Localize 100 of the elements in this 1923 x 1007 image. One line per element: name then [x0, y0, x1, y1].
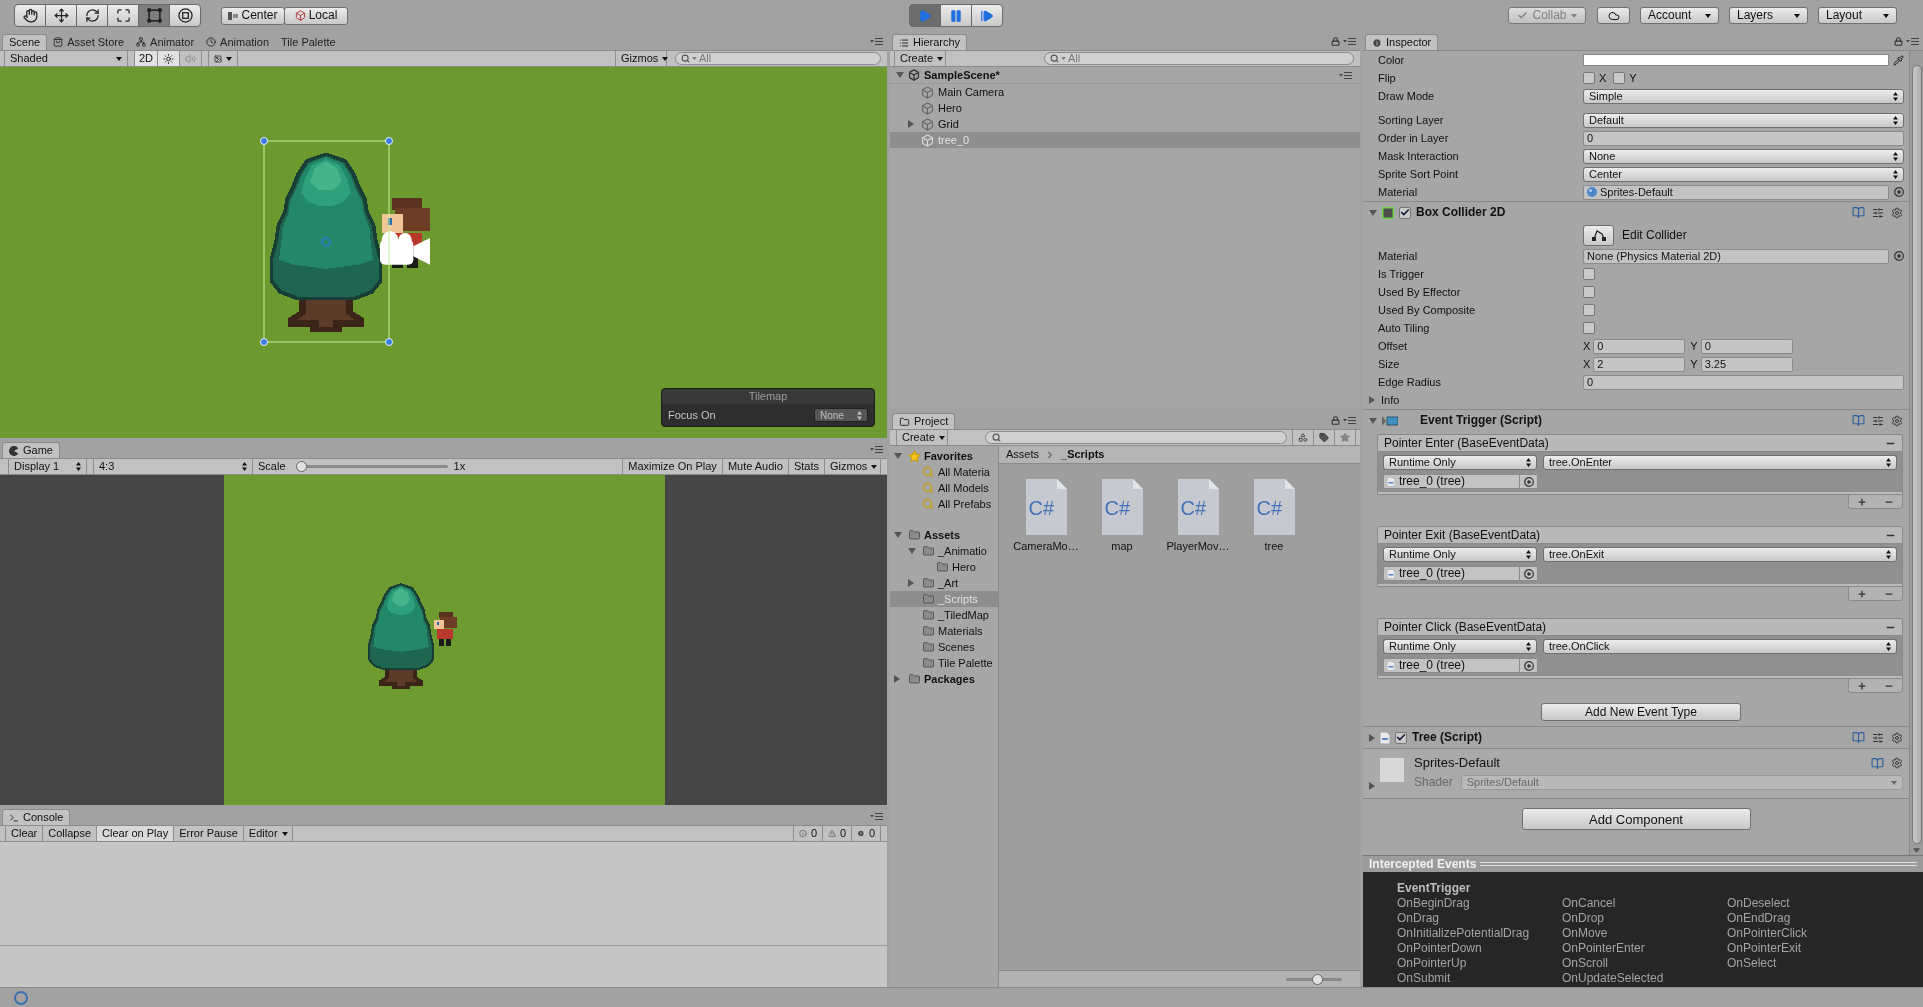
object-field[interactable]: tree_0 (tree)	[1383, 566, 1520, 581]
checkbox[interactable]	[1583, 304, 1595, 316]
cloud-button[interactable]	[1597, 7, 1630, 24]
toolbar-toggle[interactable]: Maximize On Play	[622, 459, 723, 474]
presets-icon[interactable]	[1872, 731, 1884, 744]
popup-field[interactable]: Default	[1583, 112, 1904, 128]
checkbox[interactable]	[1583, 72, 1595, 84]
function-dropdown[interactable]: tree.OnEnter	[1543, 455, 1897, 470]
toolbar-dropdown[interactable]: Account	[1640, 7, 1719, 24]
popup-field[interactable]: None	[1583, 148, 1904, 164]
checkbox[interactable]	[1399, 206, 1411, 219]
focus-mode-dropdown[interactable]: None	[814, 408, 868, 422]
panel-tab[interactable]: Asset Store	[47, 34, 131, 50]
project-tree-item[interactable]: _Animatio	[890, 543, 998, 559]
object-picker-icon[interactable]	[1894, 187, 1904, 197]
help-book-icon[interactable]	[1871, 756, 1884, 770]
gear-icon[interactable]	[1891, 731, 1903, 744]
edit-collider-button[interactable]	[1583, 224, 1614, 246]
breadcrumb-link[interactable]: Assets	[1006, 448, 1039, 461]
resize-handle[interactable]	[260, 137, 268, 145]
resize-handle[interactable]	[260, 338, 268, 346]
panel-tab[interactable]: Inspector	[1365, 34, 1439, 50]
gizmos-dropdown[interactable]: Gizmos	[824, 459, 881, 474]
rotate-tool-button[interactable]	[76, 4, 108, 27]
breadcrumb-current[interactable]: _Scripts	[1061, 448, 1105, 461]
popup-field[interactable]: Simple	[1583, 88, 1904, 104]
toolbar-dropdown[interactable]: Layout	[1818, 7, 1897, 24]
panel-menu-icon[interactable]	[1339, 71, 1352, 79]
project-tree-item[interactable]: Materials	[890, 623, 998, 639]
lock-icon[interactable]	[1331, 37, 1340, 46]
resize-handle[interactable]	[385, 338, 393, 346]
collapsed-arrow-icon[interactable]	[908, 120, 914, 128]
log-count-toggle[interactable]: 0	[851, 826, 881, 841]
log-count-toggle[interactable]: 0	[793, 826, 823, 841]
add-icon[interactable]	[1857, 588, 1868, 599]
text-field[interactable]: 3.25	[1700, 356, 1793, 372]
panel-menu-icon[interactable]	[870, 813, 883, 820]
clear-button[interactable]: Clear	[5, 826, 44, 841]
foldout-label[interactable]: Info	[1381, 393, 1400, 407]
help-book-icon[interactable]	[1852, 414, 1865, 427]
project-tree-item[interactable]: All Models	[890, 480, 998, 496]
shading-mode-dropdown[interactable]: Shaded	[4, 51, 128, 66]
checkbox[interactable]	[1583, 322, 1595, 334]
object-picker-icon[interactable]	[1523, 660, 1534, 671]
script-file-icon[interactable]	[1177, 479, 1219, 535]
project-tree-item[interactable]: Assets	[890, 527, 998, 543]
log-count-toggle[interactable]: 0	[822, 826, 852, 841]
script-file-icon[interactable]	[1025, 479, 1067, 535]
expanded-arrow-icon[interactable]	[896, 72, 904, 78]
panel-menu-icon[interactable]	[870, 38, 883, 45]
function-dropdown[interactable]: tree.OnExit	[1543, 547, 1897, 562]
expanded-arrow-icon[interactable]	[908, 548, 916, 554]
eyedropper-icon[interactable]	[1893, 54, 1904, 66]
collapsed-arrow-icon[interactable]	[908, 579, 914, 587]
search-field[interactable]	[985, 431, 1287, 444]
project-tree-item[interactable]: Scenes	[890, 639, 998, 655]
lighting-toggle[interactable]	[157, 51, 180, 66]
panel-tab[interactable]: Project	[892, 413, 956, 429]
text-field[interactable]: 0	[1593, 338, 1686, 354]
move-tool-button[interactable]	[45, 4, 77, 27]
presets-icon[interactable]	[1872, 206, 1884, 219]
create-dropdown[interactable]: Create	[894, 51, 946, 66]
expanded-arrow-icon[interactable]	[894, 532, 902, 538]
panel-menu-icon[interactable]	[870, 446, 883, 453]
add-icon[interactable]	[1857, 496, 1868, 507]
slider-thumb[interactable]	[1312, 973, 1324, 985]
aspect-ratio-dropdown[interactable]: 4:3	[93, 459, 253, 474]
object-picker-button[interactable]	[1520, 658, 1538, 673]
text-field[interactable]: 2	[1593, 356, 1686, 372]
panel-menu-icon[interactable]	[1906, 38, 1919, 45]
runtime-mode-dropdown[interactable]: Runtime Only	[1383, 547, 1537, 562]
project-tree-item[interactable]: Packages	[890, 671, 998, 687]
presets-icon[interactable]	[1872, 414, 1884, 427]
resize-handle[interactable]	[385, 137, 393, 145]
panel-tab[interactable]: Scene	[2, 34, 48, 50]
panel-tab[interactable]: Animator	[130, 34, 201, 50]
pivot-rotation-button[interactable]: Local	[284, 6, 348, 25]
lock-icon[interactable]	[1894, 37, 1903, 46]
project-tree-item[interactable]: Tile Palette	[890, 655, 998, 671]
object-field[interactable]: None (Physics Material 2D)	[1583, 248, 1889, 264]
object-picker-button[interactable]	[1520, 474, 1538, 489]
runtime-mode-dropdown[interactable]: Runtime Only	[1383, 639, 1537, 654]
project-tree-item[interactable]: All Materia	[890, 464, 998, 480]
object-picker-icon[interactable]	[1523, 568, 1534, 579]
display-dropdown[interactable]: Display 1	[8, 459, 87, 474]
color-field[interactable]	[1583, 54, 1889, 66]
panel-tab[interactable]: Hierarchy	[892, 34, 968, 50]
expanded-arrow-icon[interactable]	[1369, 417, 1377, 424]
panel-tab[interactable]: Console	[2, 809, 71, 825]
add-event-type-button[interactable]: Add New Event Type	[1541, 703, 1741, 721]
effects-dropdown[interactable]	[208, 51, 238, 66]
toolbar-toggle[interactable]: Stats	[787, 459, 825, 474]
collapsed-arrow-icon[interactable]	[894, 675, 900, 683]
expanded-arrow-icon[interactable]	[1369, 209, 1377, 216]
help-book-icon[interactable]	[1852, 206, 1865, 219]
hand-tool-button[interactable]	[14, 4, 46, 27]
lock-icon[interactable]	[1331, 416, 1340, 425]
project-tree-item[interactable]: Hero	[890, 559, 998, 575]
step-button[interactable]	[971, 4, 1003, 27]
project-tree-item[interactable]: Favorites	[890, 448, 998, 464]
